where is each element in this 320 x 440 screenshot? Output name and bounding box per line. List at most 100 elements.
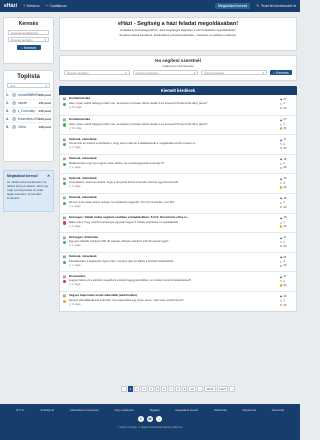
answer-icon: ✎	[280, 260, 283, 264]
toplist-row[interactable]: 1. bence8888999 466 pont	[4, 91, 53, 99]
nav-item-ask-question[interactable]: ✎ Tedd fel kérdésedet ld	[256, 4, 296, 8]
answer-icon: ✎	[280, 201, 283, 205]
page-link[interactable]: 11127	[216, 386, 229, 392]
page-link[interactable]: 3	[141, 386, 147, 392]
view-icon: ◉	[280, 118, 283, 122]
points-count: 20	[283, 127, 287, 131]
period-select[interactable]: Heti ▾	[7, 83, 50, 88]
question-text[interactable]: Egy gép délelőtt óránként 200 db csavart…	[69, 239, 274, 243]
question-text[interactable]: Következőkre a legkisebb olyan szám, ame…	[69, 259, 274, 263]
question-item[interactable]: ▤ Számok, műveletek Szerezzük az összes a …	[60, 134, 296, 154]
page-next[interactable]: ›	[229, 386, 235, 392]
question-subject[interactable]: Kombinatorika	[69, 117, 280, 121]
answers-count: 4	[283, 260, 285, 264]
page-link[interactable]: 1	[127, 386, 134, 392]
answers-count: 1	[283, 299, 285, 303]
footer-link[interactable]: Megtalálod keresd	[175, 408, 198, 412]
page-link[interactable]: 2	[134, 386, 141, 392]
question-text[interactable]: Hogyan lehet ezt a kérdést megoldani a l…	[69, 278, 274, 282]
close-icon[interactable]: ✕	[47, 174, 50, 178]
filter-grade-select[interactable]: Összes évfolyam ▾	[132, 70, 199, 76]
facebook-icon[interactable]: f	[138, 415, 144, 422]
question-item[interactable]: ▤ Számok, műveletek A következő, számsoroz…	[60, 173, 296, 193]
answers-count: 1	[283, 123, 285, 127]
messenger-icon[interactable]: ✉	[147, 415, 153, 422]
answers-count: 1	[283, 102, 285, 106]
subject-select[interactable]: Összes tantárgy ▾	[8, 37, 49, 42]
question-subject[interactable]: Szöveges, Számolás	[69, 235, 280, 239]
view-icon: ◉	[280, 256, 283, 260]
question-item[interactable]: ▤ Számok, műveletek Következőkre a legkise…	[60, 251, 296, 272]
question-text[interactable]: Mekkora lehet egy ilyen egész szám érték…	[69, 161, 274, 165]
question-subject[interactable]: Számok, műveletek	[69, 176, 280, 180]
search-input[interactable]: Keresendő kifejezés	[8, 30, 49, 35]
question-item[interactable]: ▤ Vegyes kapcsolás ereiét elkezdtük (elek…	[60, 290, 296, 311]
question-subject[interactable]: Számok, műveletek	[69, 254, 280, 258]
brand-logo[interactable]: eHázi	[4, 3, 17, 9]
document-icon: ▤	[62, 255, 67, 260]
question-item[interactable]: ▤ Szöveges: Valaki tudna segíteni ezekben…	[60, 212, 296, 233]
filter-type-select[interactable]: Összes kérdés ▾	[201, 70, 268, 76]
toplist-row[interactable]: 2. kiswell 211 pont	[4, 98, 53, 107]
footer-link[interactable]: Adatvédelmi irányelvek	[70, 408, 99, 412]
page-prev[interactable]: ‹	[121, 386, 127, 392]
footer-link[interactable]: GY.I.K.	[16, 408, 25, 412]
question-text[interactable]: A következő, számsorozatnál, hogy a tény…	[69, 180, 274, 184]
question-text[interactable]: Hány olyan valódi hatjegyű szám van, ame…	[69, 101, 274, 105]
filter-subject-select[interactable]: Összes tantárgy ▾	[64, 70, 130, 76]
toplist-row[interactable]: 5. Olivia 128 pont	[4, 122, 53, 130]
nav-button-search-help[interactable]: Megtalálod keresd	[214, 3, 251, 9]
toplist-points: 128 pont	[38, 124, 51, 129]
toplist-username[interactable]: Arcamellou.001	[18, 117, 39, 121]
question-text[interactable]: Mi lesz a két szám közös osztója, ha min…	[69, 200, 274, 204]
footer-link[interactable]: Statisztika	[214, 408, 227, 412]
question-text[interactable]: Szerezzük az összes a kérdésben, hogy ol…	[69, 141, 274, 145]
question-subject[interactable]: Vegyes kapcsolás ereiét elkezdtük (elekt…	[69, 293, 280, 297]
filter-search-button[interactable]: ⌕ Keresés	[270, 70, 293, 76]
question-subject[interactable]: Kombinatorika	[69, 96, 280, 100]
toplist-username[interactable]: Olivia	[18, 125, 39, 129]
nav-item-join[interactable]: + Csatlakozz	[46, 4, 67, 8]
question-item[interactable]: ▤ Számok, műveletek Mekkora lehet egy ilye…	[60, 153, 296, 174]
page-link[interactable]: 10	[188, 386, 196, 392]
toplist-row[interactable]: 3. a_Curtontay 135 pont	[4, 106, 53, 115]
question-subject[interactable]: Kiszámolás	[69, 274, 280, 278]
question-subject[interactable]: Számok, műveletek	[69, 195, 280, 199]
footer-link[interactable]: Jogi nyilatkozat	[114, 408, 133, 412]
search-button[interactable]: ⌕ Keresés	[16, 45, 41, 50]
points-count: 20	[283, 106, 287, 110]
question-subject[interactable]: Szöveges: Valaki tudna segíteni ezekben …	[69, 215, 280, 219]
question-item[interactable]: ▤ Kombinatorika Hány olyan valódi hatjegyű…	[60, 95, 296, 115]
question-item[interactable]: ▤ Kombinatorika Hány olyan valódi hatjegyű…	[60, 114, 296, 135]
page-link[interactable]: 8	[174, 386, 181, 392]
page-link[interactable]: 11126	[204, 386, 216, 392]
footer-link[interactable]: Tagjaink	[149, 408, 159, 412]
page-link[interactable]: 4	[147, 386, 154, 392]
answer-icon: ✎	[280, 182, 283, 186]
page-link[interactable]: 9	[181, 386, 188, 392]
points-icon	[280, 166, 283, 170]
question-text[interactable]: Hány olyan valódi hatjegyű szám van, ame…	[69, 122, 274, 126]
page-link[interactable]: 6	[161, 386, 168, 392]
toplist-username[interactable]: kiswell	[18, 101, 39, 105]
toplist-username[interactable]: a_Curtontay	[18, 109, 39, 113]
nav-item-ask[interactable]: ? Kérdezz	[23, 4, 40, 8]
toplist-row[interactable]: 4. Arcamellou.001 133 pont	[4, 114, 53, 122]
question-item[interactable]: ▤ Szöveges, Számolás Egy gép délelőtt órán…	[60, 232, 296, 252]
footer-link[interactable]: Népszerűk	[243, 408, 256, 412]
views-count: 27	[283, 118, 287, 122]
page-link[interactable]: 7	[168, 386, 174, 392]
tiktok-icon[interactable]: ♪	[156, 415, 162, 422]
question-subject[interactable]: Számok, műveletek	[69, 156, 280, 160]
page-link[interactable]: 5	[154, 386, 161, 392]
question-subject[interactable]: Számok, műveletek	[69, 137, 280, 141]
document-icon: ▤	[62, 117, 67, 122]
hero-title: eHázi - Segítség a házi feladat megoldás…	[117, 21, 239, 27]
question-text[interactable]: Mennyi ellenállással kell számolni, ha a…	[69, 298, 274, 302]
footer-link[interactable]: Kapcsolat	[272, 408, 284, 412]
question-item[interactable]: ▤ Kiszámolás Hogyan lehet ezt a kérdést me…	[60, 271, 296, 291]
question-text[interactable]: Mikor lehet, hogy a kettő eredménye ugya…	[69, 220, 274, 224]
toplist-username[interactable]: bence8888999	[18, 93, 39, 97]
footer-link[interactable]: Szabályzat	[40, 408, 54, 412]
question-item[interactable]: ▤ Számok, műveletek Mi lesz a két szám köz…	[60, 192, 296, 213]
